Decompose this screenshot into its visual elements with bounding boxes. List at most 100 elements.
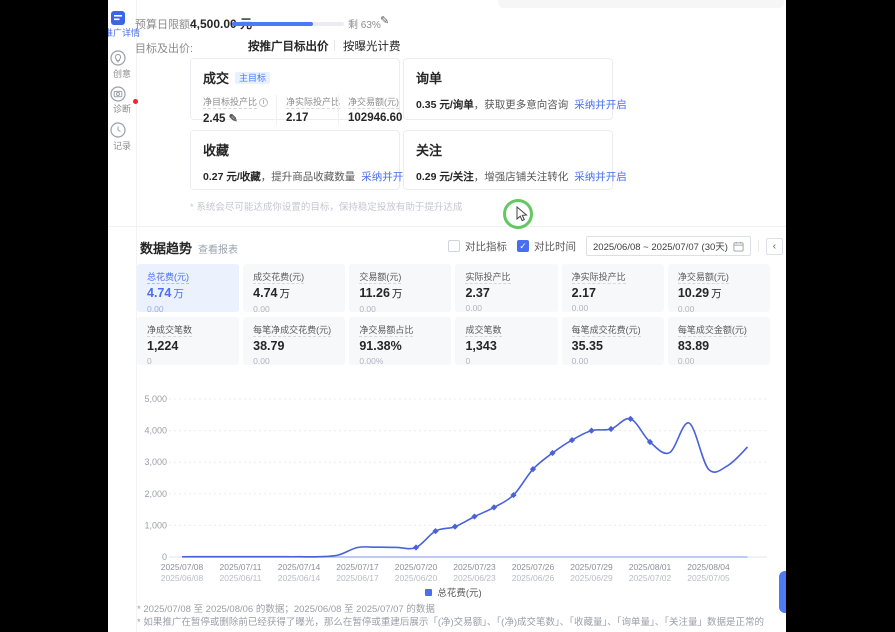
metric-tile-4[interactable]: 实际投产比2.370.00 <box>455 264 557 312</box>
metric-value: 35.35 <box>572 339 654 353</box>
metric-tile-3[interactable]: 交易额(元)11.26万0.00 <box>349 264 451 312</box>
metric-tile-12[interactable]: 每笔成交金额(元) 83.89 0.00 <box>668 317 770 365</box>
goal-card-title: 询单 <box>416 71 442 86</box>
svg-text:2025/06/14: 2025/06/14 <box>278 573 321 583</box>
svg-text:2025/06/17: 2025/06/17 <box>336 573 379 583</box>
metric-label: 每笔成交花费(元) <box>572 323 654 336</box>
metric-compare-value: 0.00 <box>678 356 760 365</box>
legend-swatch <box>425 589 432 596</box>
tab-bid-by-impression[interactable]: 按曝光计费 <box>343 38 401 54</box>
metric-tile-7[interactable]: 净成交笔数1,2240 <box>137 317 239 365</box>
stat-value: 2.45 <box>203 113 225 125</box>
metric-label: 每笔净成交花费(元) <box>253 323 335 336</box>
prev-period-button[interactable]: ‹ <box>766 238 783 255</box>
svg-text:2025/07/29: 2025/07/29 <box>570 562 613 572</box>
svg-text:2025/07/08: 2025/07/08 <box>161 562 204 572</box>
mouse-cursor-icon <box>513 206 529 222</box>
date-range-picker[interactable]: 2025/06/08 ~ 2025/07/07 (30天) <box>586 236 751 256</box>
trend-section-title: 数据趋势 <box>140 238 192 257</box>
svg-text:2025/06/26: 2025/06/26 <box>512 573 555 583</box>
metric-label: 实际投产比 <box>465 270 547 283</box>
metric-tile-5[interactable]: 净实际投产比2.170.00 <box>562 264 664 312</box>
metric-label: 每笔成交金额(元) <box>678 323 760 336</box>
divider <box>758 240 759 252</box>
metric-compare-value: 0.00 <box>359 304 441 312</box>
detail-icon <box>110 10 126 26</box>
svg-text:2025/07/02: 2025/07/02 <box>629 573 672 583</box>
tab-bid-by-goal[interactable]: 按推广目标出价 <box>248 38 329 54</box>
svg-text:2025/06/29: 2025/06/29 <box>570 573 613 583</box>
metric-compare-value: 0.00% <box>359 356 441 365</box>
metric-compare-value: 0.00 <box>253 356 335 365</box>
budget-remaining: 剩 63% <box>348 16 381 31</box>
svg-text:2,000: 2,000 <box>144 489 167 499</box>
stat-value: 102946.60 <box>348 112 402 124</box>
metric-tile-1[interactable]: 总花费(元)4.74万0.00 <box>137 264 239 312</box>
trend-line-chart: 01,0002,0003,0004,0005,0002025/07/082025… <box>137 388 770 585</box>
goal-card-favorite: 收藏 0.27 元/收藏，提升商品收藏数量采纳并开启 <box>190 130 400 190</box>
goal-card-title: 收藏 <box>203 143 229 158</box>
svg-text:2025/06/08: 2025/06/08 <box>161 573 204 583</box>
metric-compare-value: 0 <box>465 356 547 365</box>
goal-price: 0.35 元/询单 <box>416 99 474 111</box>
compare-time-checkbox[interactable]: ✓ <box>517 240 529 252</box>
metric-value: 38.79 <box>253 339 335 353</box>
date-range-value: 2025/06/08 ~ 2025/07/07 (30天) <box>593 239 728 253</box>
metric-value: 2.37 <box>465 286 547 300</box>
metric-value: 1,343 <box>465 339 547 353</box>
edit-icon[interactable]: ✎ <box>229 113 238 125</box>
adopt-enable-link[interactable]: 采纳并开启 <box>574 99 627 111</box>
calendar-icon <box>733 241 744 252</box>
view-report-link[interactable]: 查看报表 <box>198 241 238 256</box>
svg-text:2025/07/05: 2025/07/05 <box>687 573 730 583</box>
footnote: * 如果推广在暂停或删除前已经获得了曝光，那么在暂停或重建后展示「(净)交易额」… <box>137 614 764 628</box>
svg-text:2025/08/01: 2025/08/01 <box>629 562 672 572</box>
divider <box>334 40 335 51</box>
metric-value: 1,224 <box>147 339 229 353</box>
svg-text:2025/06/23: 2025/06/23 <box>453 573 496 583</box>
ad-detail-panel: 推广详情创意诊断记录 预算日限额: 4,500.00 元 剩 63% ✎ 目标及… <box>108 0 786 632</box>
goal-desc: ，获取更多意向咨询 <box>474 99 569 111</box>
info-icon[interactable]: i <box>259 98 268 107</box>
camera-icon <box>110 86 126 102</box>
metric-label: 净成交笔数 <box>147 323 229 336</box>
metric-compare-value: 0.00 <box>147 304 229 312</box>
svg-text:2025/07/17: 2025/07/17 <box>336 562 379 572</box>
metric-value: 83.89 <box>678 339 760 353</box>
side-drawer-handle[interactable] <box>779 571 786 613</box>
stat-label: 净目标投产比 <box>203 97 257 109</box>
chart-legend: 总花费(元) <box>137 585 770 599</box>
stat-label: 净实际投产比 <box>286 97 340 109</box>
goal-note: * 系统会尽可能达成你设置的目标，保持稳定投放有助于提升达成 <box>190 199 462 213</box>
metric-value: 10.29万 <box>678 286 760 301</box>
goal-card-follow: 关注 0.29 元/关注，增强店铺关注转化采纳并开启 <box>403 130 613 190</box>
budget-slider[interactable] <box>232 22 344 26</box>
metric-compare-value: 0.00 <box>572 356 654 365</box>
metric-tile-8[interactable]: 每笔净成交花费(元) 38.79 0.00 <box>243 317 345 365</box>
adopt-enable-link[interactable]: 采纳并开启 <box>574 171 627 183</box>
metric-tile-10[interactable]: 成交笔数1,3430 <box>455 317 557 365</box>
edit-icon[interactable]: ✎ <box>380 14 389 27</box>
svg-text:0: 0 <box>162 552 167 562</box>
metric-value: 11.26万 <box>359 286 441 301</box>
metric-tile-6[interactable]: 净交易额(元)10.29万0.00 <box>668 264 770 312</box>
clock-icon <box>110 122 126 138</box>
svg-text:2025/08/04: 2025/08/04 <box>687 562 730 572</box>
compare-metric-checkbox[interactable] <box>448 240 460 252</box>
goal-card-title: 成交 <box>203 71 229 86</box>
legend-label: 总花费(元) <box>437 585 481 599</box>
stat-label: 净交易额(元) <box>348 97 399 109</box>
svg-text:2025/07/23: 2025/07/23 <box>453 562 496 572</box>
metric-tile-11[interactable]: 每笔成交花费(元) 35.35 0.00 <box>562 317 664 365</box>
metric-tile-2[interactable]: 成交花费(元)4.74万0.00 <box>243 264 345 312</box>
svg-text:5,000: 5,000 <box>144 394 167 404</box>
metric-tile-9[interactable]: 净交易额占比91.38%0.00% <box>349 317 451 365</box>
svg-text:2025/07/26: 2025/07/26 <box>512 562 555 572</box>
svg-text:2025/07/20: 2025/07/20 <box>395 562 438 572</box>
section-divider <box>108 226 786 227</box>
goal-card-inquiry: 询单 0.35 元/询单，获取更多意向咨询采纳并开启 <box>403 58 613 120</box>
metric-compare-value: 0.00 <box>253 304 335 312</box>
goal-desc: ，增强店铺关注转化 <box>474 171 569 183</box>
sidebar-item-label: 创意 <box>108 67 152 80</box>
metric-label: 成交花费(元) <box>253 270 335 283</box>
